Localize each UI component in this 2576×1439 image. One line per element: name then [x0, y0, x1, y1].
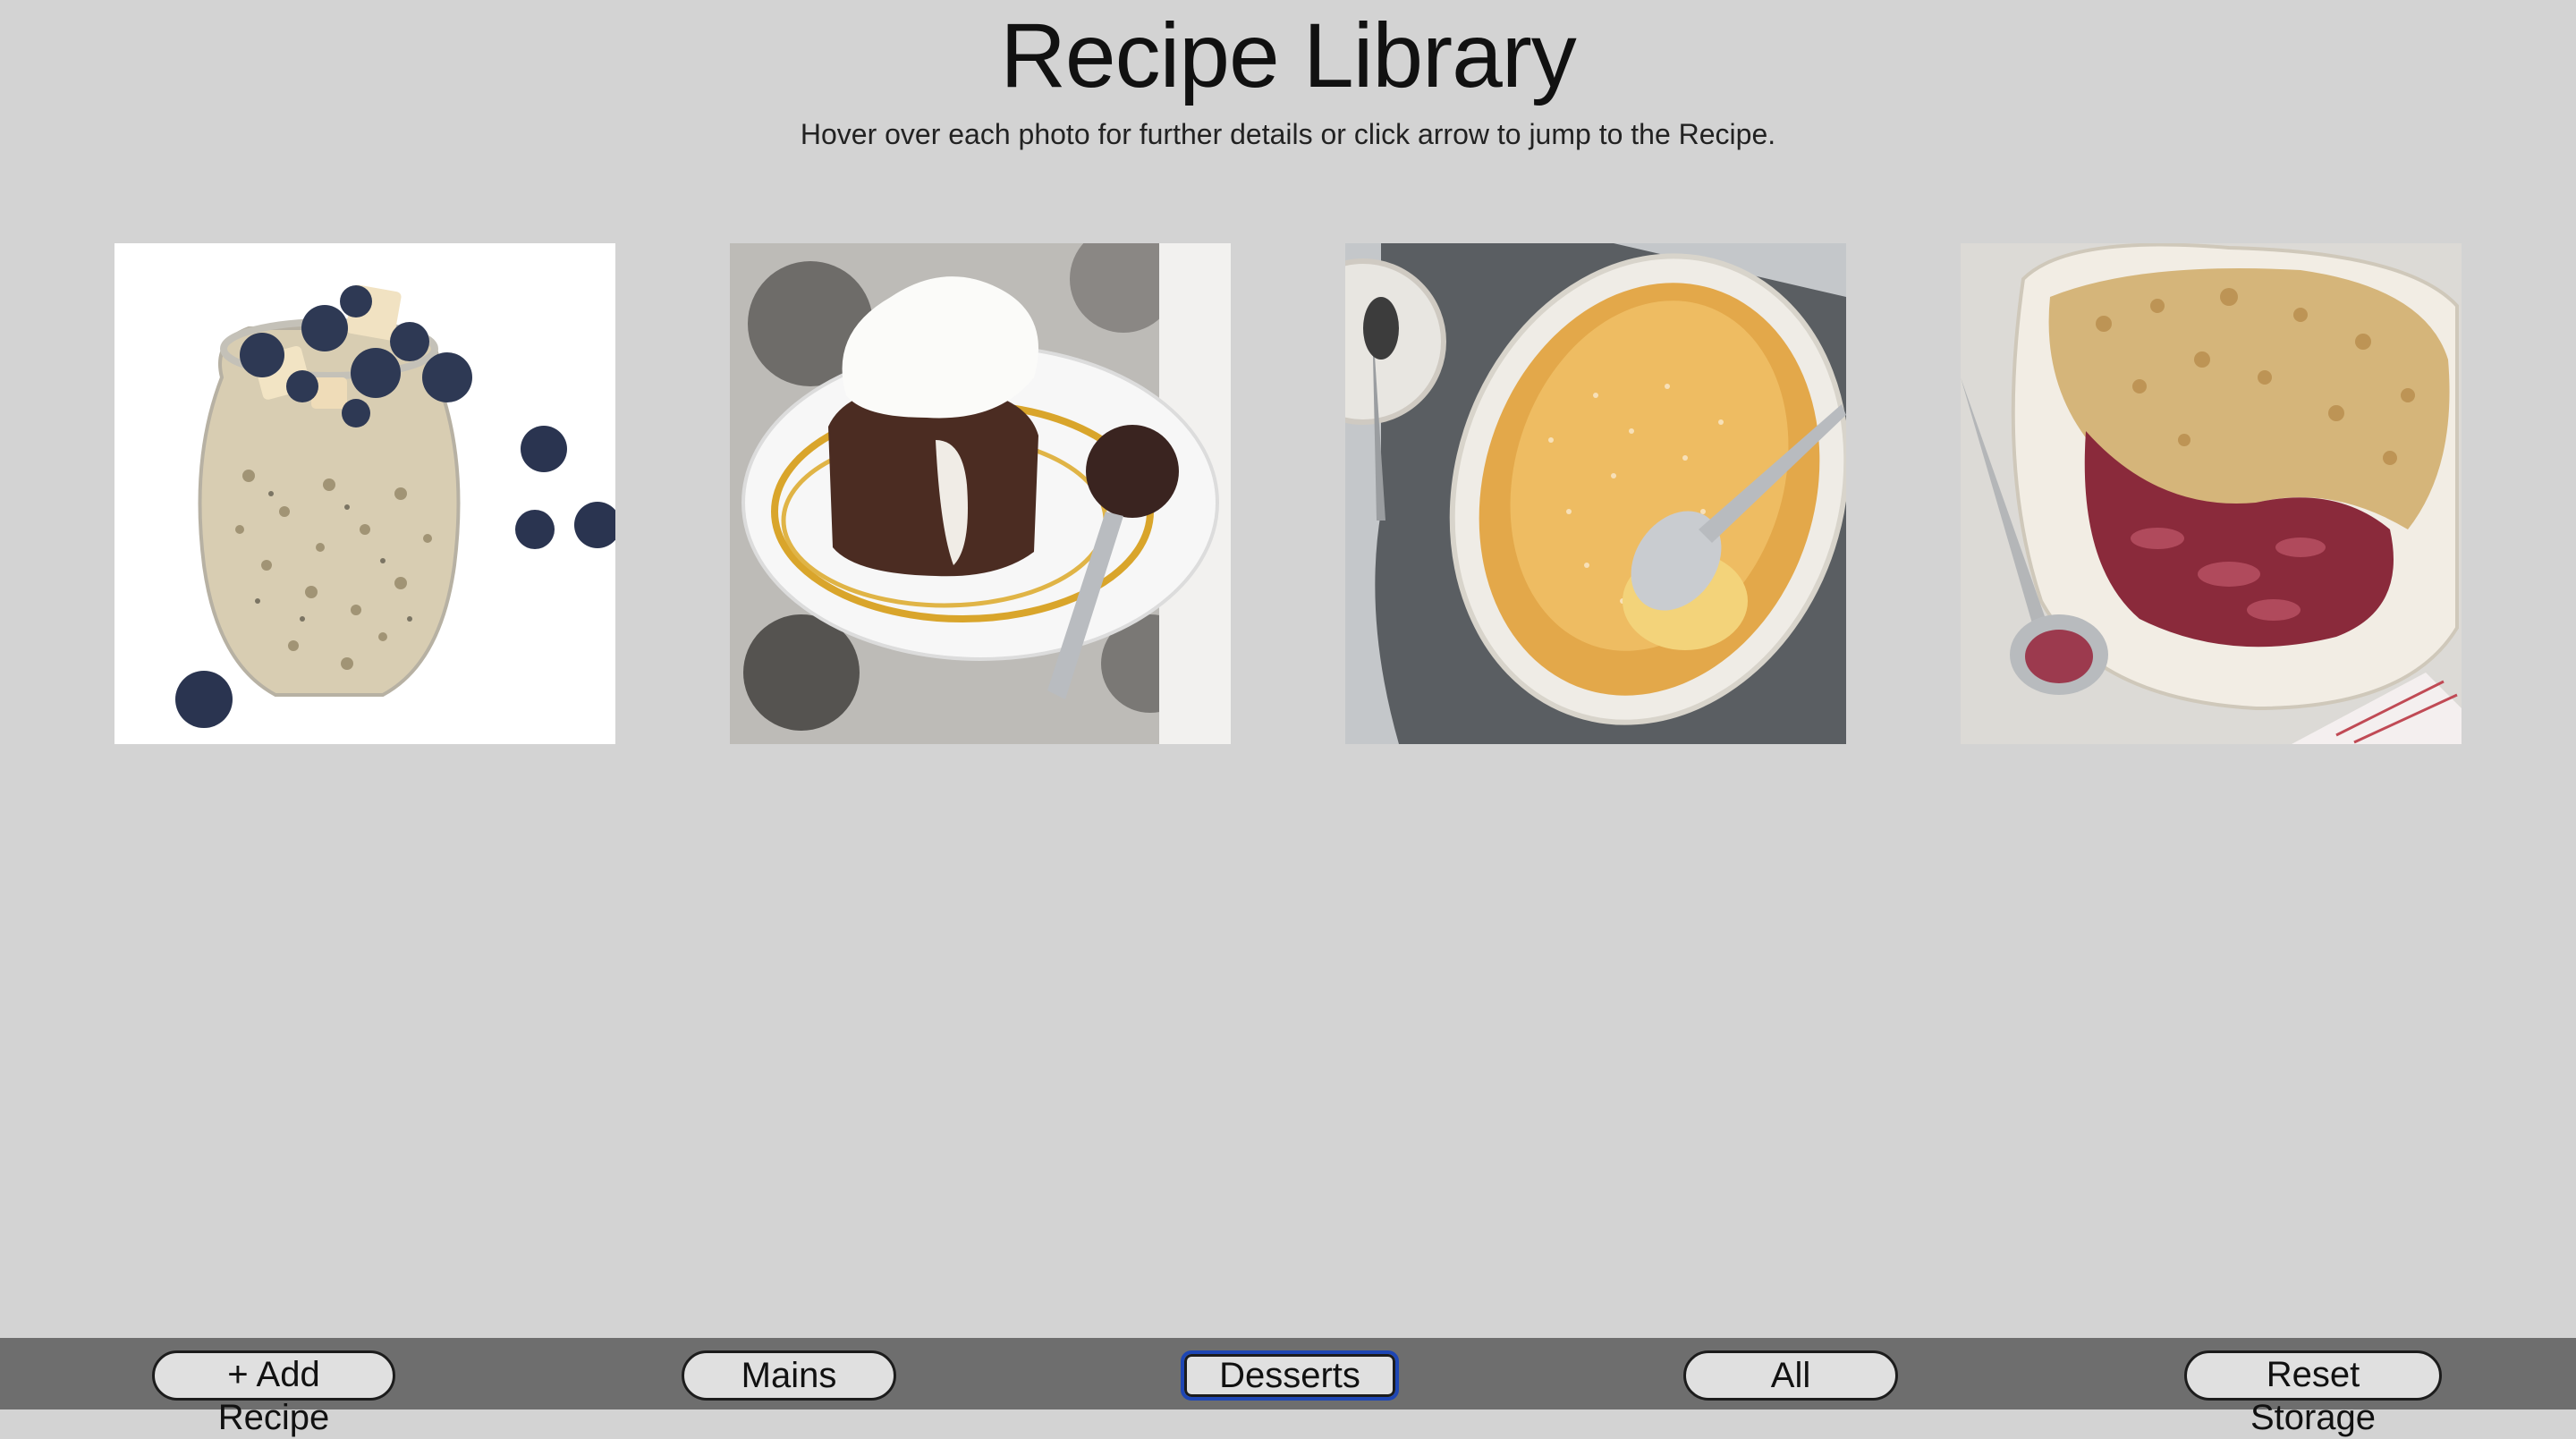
- overnight-oats-image: [114, 243, 615, 744]
- page-subtitle: Hover over each photo for further detail…: [800, 118, 1776, 150]
- baked-custard-image: [1345, 243, 1846, 744]
- chocolate-lava-cake-image: [730, 243, 1231, 744]
- bottom-nav-bar: + Add Recipe Mains Desserts All Reset St…: [0, 1338, 2576, 1437]
- recipe-gallery: [0, 243, 2576, 744]
- rhubarb-crumble-image: [1961, 243, 2462, 744]
- reset-storage-button[interactable]: Reset Storage: [2184, 1350, 2442, 1437]
- recipe-card-baked-custard[interactable]: [1345, 243, 1846, 744]
- desserts-filter-button[interactable]: Desserts: [1181, 1350, 1399, 1401]
- mains-filter-button[interactable]: Mains: [682, 1350, 896, 1401]
- recipe-card-lava-cake[interactable]: [730, 243, 1231, 744]
- recipe-card-overnight-oats[interactable]: [114, 243, 615, 744]
- recipe-card-rhubarb-crumble[interactable]: [1961, 243, 2462, 744]
- page-title: Recipe Library: [1000, 4, 1577, 106]
- add-recipe-button[interactable]: + Add Recipe: [152, 1350, 395, 1437]
- all-filter-button[interactable]: All: [1683, 1350, 1898, 1401]
